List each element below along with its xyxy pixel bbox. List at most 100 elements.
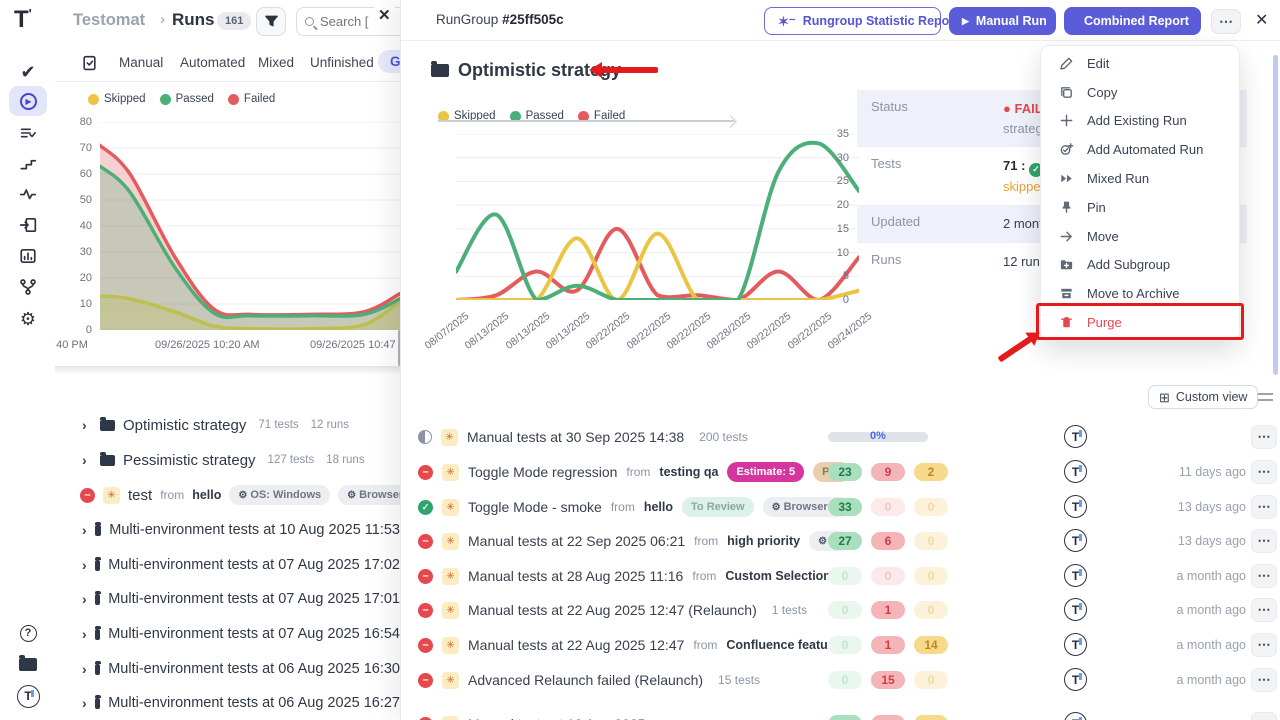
search-clear-icon[interactable]: ✕ (374, 5, 395, 25)
breadcrumb-app[interactable]: Testomat (73, 11, 145, 30)
row-more-button[interactable]: ⋯ (1251, 668, 1277, 692)
view-settings-icon[interactable] (1258, 390, 1273, 404)
menu-item-mixed-run[interactable]: Mixed Run (1041, 164, 1239, 193)
yellow-count-pill: 0 (914, 671, 948, 689)
tab-grouped[interactable]: G (378, 50, 400, 73)
tree-folder-row[interactable]: ›Pessimistic strategy127 tests18 runs (55, 447, 400, 473)
chevron-right-icon[interactable]: › (82, 695, 87, 711)
run-list-row[interactable]: –✳Manual tests at 13 Aug 2025T⋯ (401, 709, 1280, 720)
env-badge: ⚙OS: Windows (229, 485, 330, 505)
check-icon[interactable]: ✔ (9, 57, 47, 87)
row-more-button[interactable]: ⋯ (1251, 495, 1277, 519)
failed-status-icon: – (418, 534, 433, 549)
tab-mixed[interactable]: Mixed (258, 55, 294, 70)
run-list-row[interactable]: –✳Manual tests at 28 Aug 2025 11:16fromC… (401, 561, 1280, 591)
steps-icon[interactable] (9, 148, 47, 178)
failed-status-icon: – (418, 673, 433, 688)
folder-icon (431, 64, 449, 77)
run-list-row[interactable]: –✳Toggle Mode regressionfromtesting qaEs… (401, 457, 1280, 487)
tab-unfinished[interactable]: Unfinished (310, 55, 374, 70)
menu-item-add-subgroup[interactable]: Add Subgroup (1041, 251, 1239, 280)
play-circle-icon[interactable]: ▶ (9, 86, 47, 116)
run-list-row[interactable]: –✳Manual tests at 22 Sep 2025 06:21fromh… (401, 526, 1280, 556)
tree-folder-row[interactable]: ›Multi-environment tests at 10 Aug 2025 … (55, 517, 400, 543)
filter-button[interactable] (256, 7, 286, 36)
run-filter-tabs: Manual Automated Mixed Unfinished G (55, 48, 400, 82)
bar-chart-box-icon[interactable] (9, 241, 47, 271)
row-more-button[interactable]: ⋯ (1251, 425, 1277, 449)
breadcrumb-page[interactable]: Runs (172, 10, 215, 30)
tree-run-row[interactable]: –✳testfromhello⚙OS: Windows⚙Browser: Chr… (55, 482, 400, 508)
row-more-button[interactable]: ⋯ (1251, 564, 1277, 588)
from-label: from (160, 488, 184, 502)
more-actions-button[interactable]: ⋯ (1211, 9, 1241, 34)
folder-icon (100, 455, 115, 466)
topbar: Testomat › Runs 161 ✕ (55, 0, 400, 44)
help-icon[interactable]: ? (9, 618, 47, 648)
menu-item-label: Copy (1087, 85, 1117, 100)
red-count-pill: 1 (871, 636, 905, 654)
yellow-count-pill: 0 (914, 532, 948, 550)
run-list-row[interactable]: –✳Manual tests at 22 Aug 2025 12:47fromC… (401, 630, 1280, 660)
tree-item-meta: 12 runs (311, 419, 349, 431)
row-more-button[interactable]: ⋯ (1251, 712, 1277, 720)
row-more-button[interactable]: ⋯ (1251, 460, 1277, 484)
gear-icon[interactable]: ⚙ (9, 304, 47, 334)
chevron-right-icon[interactable]: › (82, 591, 87, 607)
y-axis-tick: 25 (823, 175, 849, 187)
menu-item-label: Add Subgroup (1087, 257, 1170, 272)
chevron-right-icon[interactable]: › (82, 661, 87, 677)
source-label: Custom Selection (725, 569, 831, 583)
row-more-button[interactable]: ⋯ (1251, 598, 1277, 622)
rungroup-statistic-report-button[interactable]: ✶⁻ Rungroup Statistic Report (764, 7, 941, 35)
tree-folder-row[interactable]: ›Multi-environment tests at 06 Aug 2025 … (55, 656, 400, 682)
folder-icon (95, 698, 101, 709)
tree-item-label: Multi-environment tests at 06 Aug 2025 1… (108, 695, 400, 711)
tree-folder-row[interactable]: ›Multi-environment tests at 07 Aug 2025 … (55, 621, 400, 647)
menu-item-add-automated-run[interactable]: Add Automated Run (1041, 135, 1239, 164)
status-table-label: Updated (857, 205, 1003, 242)
custom-view-button[interactable]: ⊞ Custom view (1148, 385, 1258, 409)
chevron-right-icon[interactable]: › (82, 452, 92, 468)
testomat-avatar-icon: T (1064, 495, 1087, 518)
tree-folder-row[interactable]: ›Multi-environment tests at 07 Aug 2025 … (55, 552, 400, 578)
tree-folder-row[interactable]: ›Optimistic strategy71 tests12 runs (55, 412, 400, 438)
row-more-button[interactable]: ⋯ (1251, 633, 1277, 657)
menu-item-label: Add Automated Run (1087, 142, 1203, 157)
tab-automated[interactable]: Automated (180, 55, 245, 70)
pulse-icon[interactable] (9, 179, 47, 209)
menu-item-move[interactable]: Move (1041, 222, 1239, 251)
yellow-count-pill: 0 (914, 498, 948, 516)
modal-scrollbar[interactable] (1273, 55, 1278, 375)
branch-icon[interactable] (9, 272, 47, 302)
tree-folder-row[interactable]: ›Multi-environment tests at 07 Aug 2025 … (55, 586, 400, 612)
run-list-row[interactable]: ✓✳Toggle Mode - smokefromhelloTo Review⚙… (401, 492, 1280, 522)
menu-item-add-existing-run[interactable]: Add Existing Run (1041, 107, 1239, 136)
menu-item-edit[interactable]: Edit (1041, 49, 1239, 78)
chevron-right-icon[interactable]: › (82, 522, 87, 538)
combined-report-button[interactable]: Combined Report (1064, 7, 1201, 35)
manual-run-icon: ✳ (442, 672, 459, 689)
list-check-icon[interactable] (9, 118, 47, 148)
manual-run-button[interactable]: ▶ Manual Run (949, 7, 1056, 35)
chevron-right-icon[interactable]: › (82, 557, 87, 573)
run-list-row[interactable]: –✳Advanced Relaunch failed (Relaunch)15 … (401, 665, 1280, 695)
projects-folder-icon[interactable] (9, 649, 47, 679)
red-count-pill: 9 (871, 463, 905, 481)
runs-overview-chart (100, 122, 400, 330)
app-logo-icon[interactable]: T' (14, 6, 32, 34)
chevron-right-icon[interactable]: › (82, 626, 87, 642)
tree-folder-row[interactable]: › Multi-environment tests at 06 Aug 2025 … (55, 690, 400, 716)
tab-manual[interactable]: Manual (119, 55, 163, 70)
close-icon[interactable]: ✕ (1255, 10, 1268, 30)
chevron-right-icon[interactable]: › (82, 417, 92, 433)
run-list-row[interactable]: ✳Manual tests at 30 Sep 2025 14:38200 te… (401, 422, 1280, 452)
import-icon[interactable] (9, 210, 47, 240)
profile-logo-icon[interactable]: T (9, 681, 47, 711)
run-list-row[interactable]: –✳Manual tests at 22 Aug 2025 12:47 (Rel… (401, 595, 1280, 625)
menu-item-copy[interactable]: Copy (1041, 78, 1239, 107)
x-axis-label: 09/26/2025 10:20 AM (155, 339, 260, 351)
clipboard-check-icon[interactable] (81, 54, 98, 76)
menu-item-pin[interactable]: Pin (1041, 193, 1239, 222)
row-more-button[interactable]: ⋯ (1251, 529, 1277, 553)
